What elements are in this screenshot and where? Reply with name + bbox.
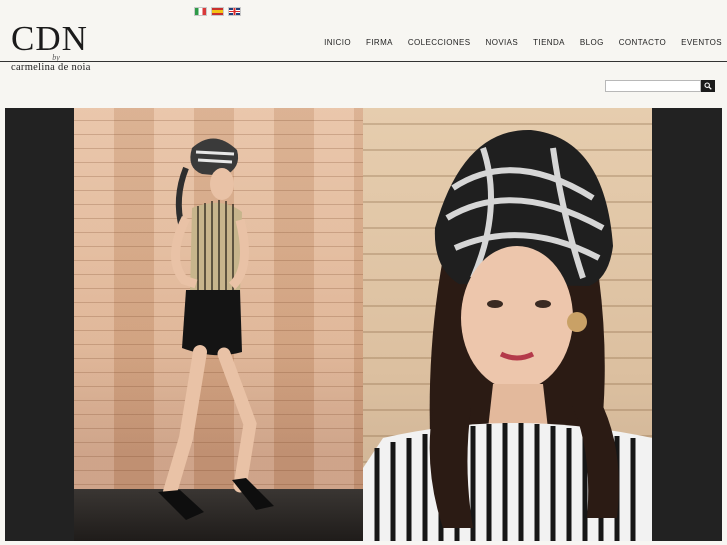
english-flag-icon[interactable] (228, 7, 241, 16)
portrait-photo (363, 108, 652, 541)
nav-item-colecciones[interactable]: COLECCIONES (408, 38, 471, 47)
italian-flag-icon[interactable] (194, 7, 207, 16)
nav-item-inicio[interactable]: INICIO (324, 38, 351, 47)
search-box (605, 80, 715, 92)
search-input[interactable] (605, 80, 701, 92)
logo-main-text: CDN (11, 19, 88, 58)
logo-subtitle: carmelina de noia (11, 62, 91, 73)
nav-item-contacto[interactable]: CONTACTO (619, 38, 666, 47)
search-icon (704, 82, 712, 90)
header-divider (0, 61, 727, 62)
main-nav: INICIO FIRMA COLECCIONES NOVIAS TIENDA B… (324, 38, 722, 47)
nav-item-novias[interactable]: NOVIAS (486, 38, 519, 47)
full-body-photo (74, 108, 363, 541)
site-logo[interactable]: CDN by carmelina de noia (11, 21, 101, 74)
model-portrait (363, 129, 652, 541)
nav-item-tienda[interactable]: TIENDA (533, 38, 565, 47)
nav-item-blog[interactable]: BLOG (580, 38, 604, 47)
model-figure (158, 138, 274, 520)
nav-item-firma[interactable]: FIRMA (366, 38, 393, 47)
language-selector (194, 7, 241, 16)
spanish-flag-icon[interactable] (211, 7, 224, 16)
search-button[interactable] (701, 80, 715, 92)
hero-banner[interactable] (5, 108, 722, 541)
nav-item-eventos[interactable]: EVENTOS (681, 38, 722, 47)
